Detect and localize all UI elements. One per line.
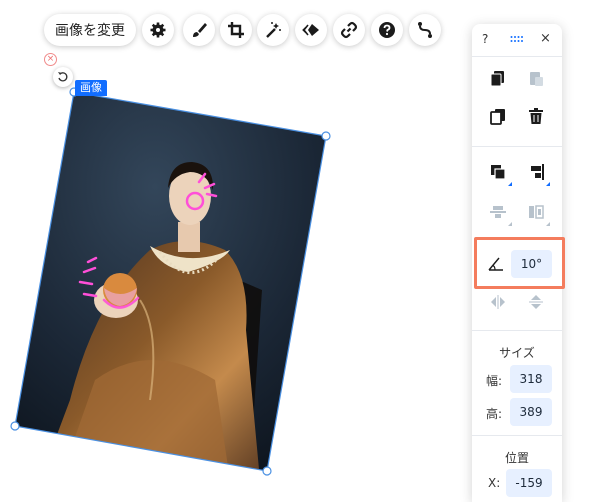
height-label: 高: xyxy=(486,407,503,421)
delete-button[interactable] xyxy=(524,104,548,128)
animation-icon xyxy=(302,24,319,36)
enhance-button[interactable] xyxy=(257,14,289,46)
rotation-angle-icon xyxy=(484,251,508,275)
panel-help-icon[interactable]: ? xyxy=(482,32,488,46)
path-icon xyxy=(418,22,432,38)
divider xyxy=(472,435,562,436)
photo[interactable] xyxy=(15,92,326,480)
change-image-button[interactable]: 画像を変更 xyxy=(44,14,136,46)
link-button[interactable] xyxy=(333,14,365,46)
element-tag: 画像 xyxy=(75,80,107,96)
divider xyxy=(472,146,562,147)
link-icon xyxy=(340,21,358,39)
align-button[interactable] xyxy=(524,160,550,186)
dropdown-corner-icon xyxy=(508,222,512,226)
rotate-handle-button[interactable] xyxy=(53,67,73,87)
magic-wand-icon xyxy=(266,22,281,38)
crop-button[interactable] xyxy=(220,14,252,46)
match-size-button xyxy=(524,200,550,226)
x-position-input[interactable]: -159 xyxy=(506,469,552,497)
gear-icon xyxy=(150,22,166,38)
handle-bottom-left xyxy=(10,421,20,431)
divider xyxy=(472,330,562,331)
divider xyxy=(472,56,562,57)
flip-horizontal-icon xyxy=(491,295,505,309)
copy-icon xyxy=(490,71,504,87)
dropdown-corner-icon xyxy=(546,222,550,226)
arrange-icon xyxy=(491,165,506,180)
height-input[interactable]: 389 xyxy=(510,398,552,426)
help-button[interactable] xyxy=(371,14,403,46)
rotate-icon xyxy=(58,72,68,82)
dropdown-corner-icon xyxy=(508,182,512,186)
drag-handle-icon[interactable] xyxy=(510,35,524,43)
copy-button[interactable] xyxy=(486,66,510,90)
width-label: 幅: xyxy=(486,374,503,388)
design-button[interactable] xyxy=(183,14,215,46)
settings-button[interactable] xyxy=(142,14,174,46)
distribute-button xyxy=(486,200,512,226)
path-button[interactable] xyxy=(409,14,441,46)
angle-icon xyxy=(488,257,503,271)
position-section-title: 位置 xyxy=(504,451,529,465)
dropdown-corner-icon xyxy=(546,182,550,186)
trash-icon xyxy=(529,108,543,124)
arrange-button[interactable] xyxy=(486,160,512,186)
delete-x-icon[interactable]: × xyxy=(44,53,57,66)
crop-icon xyxy=(228,22,244,38)
animation-button[interactable] xyxy=(295,14,327,46)
align-right-icon xyxy=(531,164,544,180)
match-size-icon xyxy=(529,205,544,219)
duplicate-button[interactable] xyxy=(486,104,510,128)
handle-top-right xyxy=(321,131,331,141)
width-input[interactable]: 318 xyxy=(510,365,552,393)
help-icon xyxy=(379,22,395,38)
rotation-input[interactable]: 10° xyxy=(511,250,552,278)
panel-header: ? × xyxy=(472,24,562,56)
paste-icon xyxy=(530,72,543,86)
align-center-icon xyxy=(490,206,506,218)
handle-bottom-right xyxy=(262,466,272,476)
flip-horizontal-button[interactable] xyxy=(486,290,510,314)
x-label: X: xyxy=(488,476,501,490)
brush-icon xyxy=(193,23,207,37)
panel-close-icon[interactable]: × xyxy=(540,31,551,46)
duplicate-icon xyxy=(490,109,505,125)
paste-button[interactable] xyxy=(524,66,548,90)
flip-vertical-button[interactable] xyxy=(524,290,548,314)
size-section-title: サイズ xyxy=(499,346,535,360)
flip-vertical-icon xyxy=(529,295,543,309)
